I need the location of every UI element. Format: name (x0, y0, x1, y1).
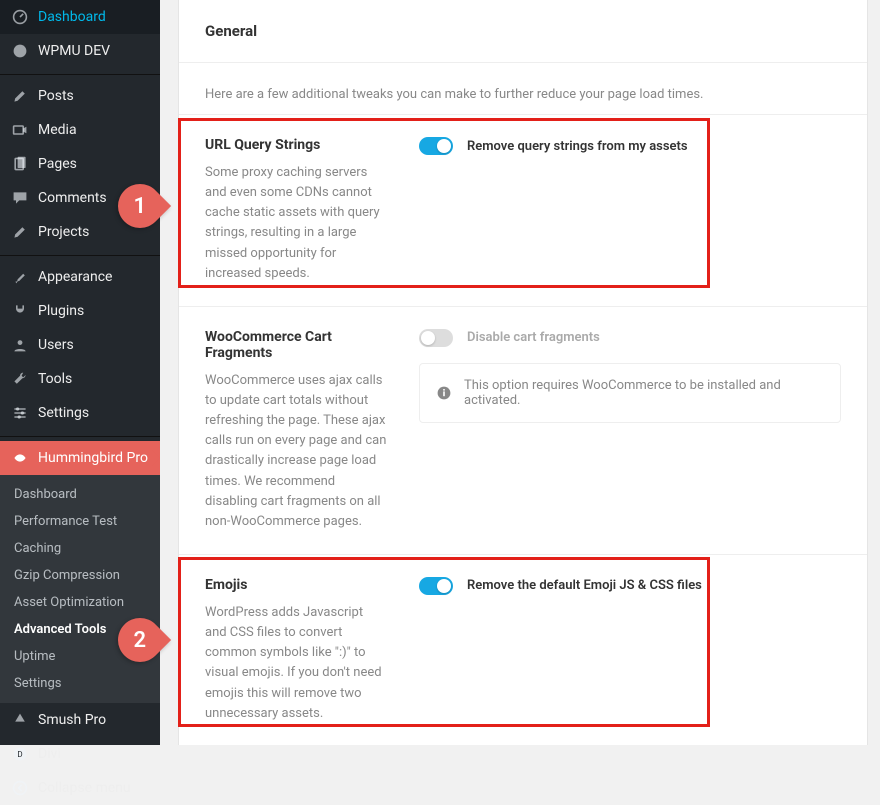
sidebar-item-label: Appearance (38, 269, 112, 285)
setting-left: Emojis WordPress adds Javascript and CSS… (205, 577, 405, 724)
setting-right: Remove the default Emoji JS & CSS files (405, 577, 841, 724)
sidebar-item-label: Collapse menu (38, 780, 131, 796)
sidebar-item-dashboard[interactable]: Dashboard (0, 0, 160, 34)
submenu-item-asset-optimization[interactable]: Asset Optimization (0, 589, 160, 616)
sidebar-item-posts[interactable]: Posts (0, 79, 160, 113)
sidebar-item-label: Plugins (38, 303, 84, 319)
toggle-row: Disable cart fragments (419, 329, 841, 347)
sidebar-item-media[interactable]: Media (0, 113, 160, 147)
sidebar-item-label: WPMU DEV (38, 43, 110, 59)
toggle-label: Remove query strings from my assets (467, 139, 688, 154)
brush-icon (10, 267, 30, 287)
setting-emojis: Emojis WordPress adds Javascript and CSS… (179, 554, 867, 745)
sidebar-item-label: Media (38, 122, 77, 138)
pages-icon (10, 154, 30, 174)
sidebar-item-label: Hummingbird Pro (38, 450, 148, 466)
submenu-item-dashboard[interactable]: Dashboard (0, 481, 160, 508)
setting-title: WooCommerce Cart Fragments (205, 329, 387, 361)
sidebar-item-comments[interactable]: Comments (0, 181, 160, 215)
dashboard-icon (10, 7, 30, 27)
submenu-item-caching[interactable]: Caching (0, 535, 160, 562)
comment-icon (10, 188, 30, 208)
setting-description: WordPress adds Javascript and CSS files … (205, 603, 387, 724)
hummingbird-submenu: Dashboard Performance Test Caching Gzip … (0, 475, 160, 703)
sidebar-item-label: Pages (38, 156, 77, 172)
content-area: General Here are a few additional tweaks… (160, 0, 880, 745)
woocommerce-notice: This option requires WooCommerce to be i… (419, 363, 841, 423)
sidebar-item-label: Projects (38, 224, 89, 240)
toggle-emojis[interactable] (419, 577, 453, 595)
setting-description: Some proxy caching servers and even some… (205, 163, 387, 284)
sidebar-item-label: Smush Pro (38, 712, 106, 728)
sidebar-item-label: Divi (38, 746, 61, 762)
sidebar-item-plugins[interactable]: Plugins (0, 294, 160, 328)
sidebar-item-pages[interactable]: Pages (0, 147, 160, 181)
setting-right: Remove query strings from my assets (405, 137, 841, 284)
notice-text: This option requires WooCommerce to be i… (464, 378, 824, 408)
pin-icon (10, 222, 30, 242)
sidebar-item-collapse[interactable]: Collapse menu (0, 771, 160, 805)
toggle-row: Remove the default Emoji JS & CSS files (419, 577, 841, 595)
toggle-label: Remove the default Emoji JS & CSS files (467, 578, 702, 593)
info-icon (436, 385, 452, 401)
user-icon (10, 335, 30, 355)
sidebar-item-smush[interactable]: Smush Pro (0, 703, 160, 737)
setting-left: WooCommerce Cart Fragments WooCommerce u… (205, 329, 405, 532)
sidebar-item-wpmudev[interactable]: WPMU DEV (0, 34, 160, 68)
admin-sidebar: Dashboard WPMU DEV Posts Media Pages Com… (0, 0, 160, 745)
panel-title: General (179, 0, 867, 63)
sidebar-item-appearance[interactable]: Appearance (0, 260, 160, 294)
sidebar-item-projects[interactable]: Projects (0, 215, 160, 249)
sidebar-item-label: Posts (38, 88, 74, 104)
submenu-item-performance-test[interactable]: Performance Test (0, 508, 160, 535)
toggle-label: Disable cart fragments (467, 330, 600, 345)
plug-icon (10, 301, 30, 321)
sidebar-item-label: Settings (38, 405, 89, 421)
panel-intro: Here are a few additional tweaks you can… (179, 63, 867, 114)
sidebar-item-label: Dashboard (38, 9, 106, 25)
setting-url-query-strings: URL Query Strings Some proxy caching ser… (179, 114, 867, 306)
hummingbird-icon (10, 448, 30, 468)
media-icon (10, 120, 30, 140)
toggle-cart-fragments[interactable] (419, 329, 453, 347)
sidebar-item-label: Tools (38, 371, 72, 387)
pin-icon (10, 86, 30, 106)
sidebar-item-users[interactable]: Users (0, 328, 160, 362)
setting-description: WooCommerce uses ajax calls to update ca… (205, 371, 387, 532)
collapse-icon (10, 778, 30, 798)
toggle-query-strings[interactable] (419, 137, 453, 155)
setting-left: URL Query Strings Some proxy caching ser… (205, 137, 405, 284)
general-panel: General Here are a few additional tweaks… (178, 0, 868, 745)
setting-title: URL Query Strings (205, 137, 387, 153)
sidebar-item-label: Comments (38, 190, 107, 206)
submenu-item-uptime[interactable]: Uptime (0, 643, 160, 670)
smush-icon (10, 710, 30, 730)
wrench-icon (10, 369, 30, 389)
submenu-item-gzip[interactable]: Gzip Compression (0, 562, 160, 589)
submenu-item-advanced-tools[interactable]: Advanced Tools (0, 616, 160, 643)
toggle-row: Remove query strings from my assets (419, 137, 841, 155)
sidebar-item-divi[interactable]: D Divi (0, 737, 160, 771)
setting-right: Disable cart fragments This option requi… (405, 329, 841, 532)
sidebar-item-settings[interactable]: Settings (0, 396, 160, 430)
svg-text:D: D (17, 750, 22, 759)
divi-icon: D (10, 744, 30, 764)
wpmudev-icon (10, 41, 30, 61)
setting-woocommerce-fragments: WooCommerce Cart Fragments WooCommerce u… (179, 306, 867, 554)
sliders-icon (10, 403, 30, 423)
sidebar-item-tools[interactable]: Tools (0, 362, 160, 396)
sidebar-item-hummingbird[interactable]: Hummingbird Pro (0, 441, 160, 475)
sidebar-item-label: Users (38, 337, 74, 353)
setting-title: Emojis (205, 577, 387, 593)
submenu-item-settings[interactable]: Settings (0, 670, 160, 697)
